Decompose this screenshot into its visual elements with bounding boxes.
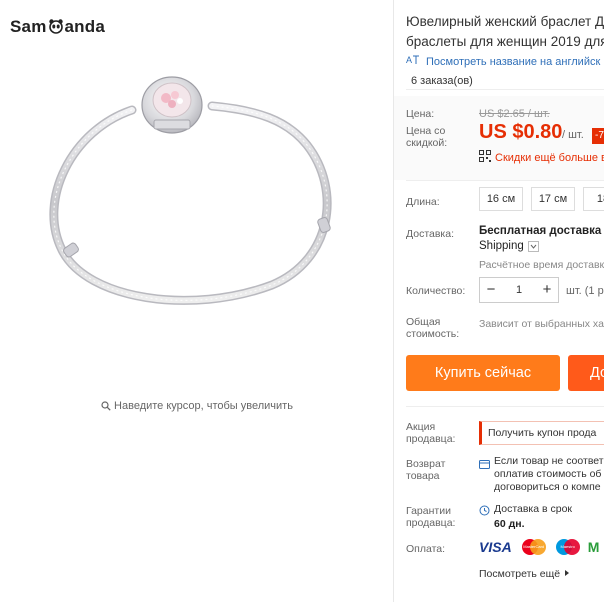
return-label-line1: Возврат xyxy=(406,458,446,470)
payment-methods: VISA MasterCard Maestro M xyxy=(479,538,599,556)
quantity-stepper: − 1 + xyxy=(479,277,559,303)
payment-label: Оплата: xyxy=(406,543,446,555)
zoom-hint-text: Наведите курсор, чтобы увеличить xyxy=(114,400,293,412)
divider xyxy=(406,180,604,181)
caret-right-icon xyxy=(563,568,571,580)
return-policy-icon xyxy=(479,457,490,475)
zoom-hint: Наведите курсор, чтобы увеличить xyxy=(0,400,394,414)
size-option-16[interactable]: 16 см xyxy=(479,187,523,211)
product-title: Ювелирный женский браслет Де браслеты дл… xyxy=(406,12,604,52)
guarantee-label-line1: Гарантии xyxy=(406,505,451,517)
total-value: Зависит от выбранных ха xyxy=(479,318,604,330)
shipping-title: Бесплатная доставка в I xyxy=(479,225,604,237)
qr-code-icon xyxy=(479,150,491,165)
brand-right: anda xyxy=(64,17,105,36)
sale-price-label: Цена со скидкой: xyxy=(406,125,447,149)
product-main-image[interactable] xyxy=(42,70,362,330)
visa-logo: VISA xyxy=(479,539,512,555)
translate-link[interactable]: A Посмотреть название на английск xyxy=(406,54,600,69)
svg-text:A: A xyxy=(406,55,412,65)
price-unit: / шт. xyxy=(562,129,584,141)
delivery-estimate: Расчётное время доставк xyxy=(479,259,604,271)
sale-price-label-line2: скидкой: xyxy=(406,137,448,149)
buy-now-button[interactable]: Купить сейчас xyxy=(406,355,560,391)
shipping-method-text: Shipping xyxy=(479,240,524,252)
clock-delivery-icon xyxy=(479,503,490,521)
see-more-text: Посмотреть ещё xyxy=(479,568,561,580)
get-coupon-button[interactable]: Получить купон прода xyxy=(479,421,604,445)
orders-count: 6 заказа(ов) xyxy=(406,72,604,90)
quantity-unit: шт. (1 р xyxy=(566,285,604,297)
size-option-17[interactable]: 17 см xyxy=(531,187,575,211)
product-title-line2: браслеты для женщин 2019 для б xyxy=(406,34,604,49)
guarantee-text: Доставка в срок xyxy=(494,503,573,515)
return-label-line2: товара xyxy=(406,470,440,482)
brand-left: Sam xyxy=(10,17,47,36)
divider xyxy=(406,406,604,407)
quantity-input[interactable]: 1 xyxy=(502,278,536,302)
total-label: Общая стоимость: xyxy=(406,316,459,340)
translate-link-text: Посмотреть название на английск xyxy=(426,55,601,68)
guarantee-days: 60 дн. xyxy=(494,518,525,530)
return-policy-line1: Если товар не соответ xyxy=(494,455,604,467)
total-label-line2: стоимость: xyxy=(406,328,460,340)
old-price: US $2.65 / шт. xyxy=(479,108,550,120)
promo-label-line2: продавца: xyxy=(406,433,456,445)
see-more-link[interactable]: Посмотреть ещё xyxy=(479,568,571,580)
quantity-label: Количество: xyxy=(406,285,466,297)
translate-icon: A xyxy=(406,54,420,69)
add-to-cart-button[interactable]: До xyxy=(568,355,604,391)
chevron-down-icon xyxy=(527,240,539,252)
length-label: Длина: xyxy=(406,196,440,208)
total-label-line1: Общая xyxy=(406,316,441,328)
magnifier-icon xyxy=(101,401,111,414)
size-option-18[interactable]: 18 xyxy=(583,187,604,211)
store-logo[interactable]: Sam anda xyxy=(10,17,105,37)
panda-icon xyxy=(48,18,64,34)
maestro-logo: Maestro xyxy=(554,538,582,556)
return-policy-text: Если товар не соответ оплатив стоимость … xyxy=(494,455,604,494)
extra-discount-link[interactable]: Скидки ещё больше в xyxy=(479,150,604,165)
guarantee-label: Гарантии продавца: xyxy=(406,505,455,529)
discount-badge: -7 xyxy=(592,128,604,144)
price-label: Цена: xyxy=(406,108,435,120)
quantity-decrease-button[interactable]: − xyxy=(480,278,502,302)
promo-label-line1: Акция xyxy=(406,421,436,433)
promo-label: Акция продавца: xyxy=(406,421,455,445)
sale-price-label-line1: Цена со xyxy=(406,125,446,137)
extra-discount-text: Скидки ещё больше в xyxy=(495,151,604,164)
return-label: Возврат товара xyxy=(406,458,445,482)
product-gallery: Sam anda Наведите курсор, чтобы увеличит… xyxy=(0,0,394,602)
return-policy-line2: оплатив стоимость об xyxy=(494,468,602,480)
shipping-method-select[interactable]: Shipping xyxy=(479,240,539,252)
guarantee-label-line2: продавца: xyxy=(406,517,456,529)
product-title-line1: Ювелирный женский браслет Де xyxy=(406,14,604,29)
shipping-label: Доставка: xyxy=(406,228,455,240)
product-info-panel: Ювелирный женский браслет Де браслеты дл… xyxy=(394,0,604,602)
sale-price: US $0.80 xyxy=(479,121,563,143)
quantity-increase-button[interactable]: + xyxy=(536,278,558,302)
return-policy-line3: договориться о компе xyxy=(494,481,601,493)
mastercard-logo: MasterCard xyxy=(520,538,548,556)
payment-logo: M xyxy=(587,539,600,555)
